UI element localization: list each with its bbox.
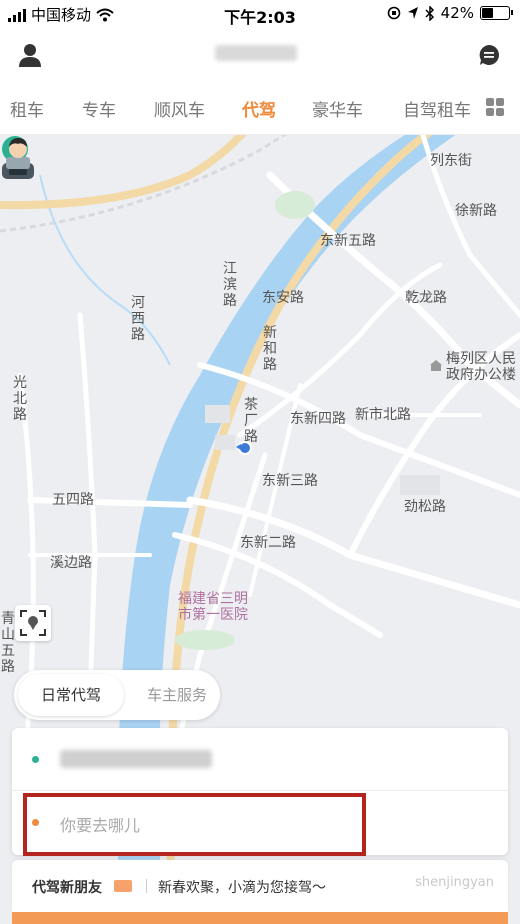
map-label: 青山五路	[1, 611, 15, 675]
daily-driver-label: 日常代驾	[40, 686, 101, 704]
map-label: 江滨路	[223, 261, 237, 309]
map-label-hospital-1: 福建省三明	[178, 591, 248, 607]
service-tabs: 租车 专车 顺风车 代驾 豪华车 自驾租车	[0, 82, 520, 135]
owner-service-tab[interactable]: 车主服务	[134, 670, 220, 720]
tab-premier[interactable]: 专车	[82, 96, 116, 121]
map-label: 劲松路	[404, 499, 446, 515]
message-icon[interactable]	[478, 44, 500, 66]
government-icon	[430, 360, 442, 371]
tab-hitch[interactable]: 顺风车	[154, 96, 205, 121]
tab-designated-driver[interactable]: 代驾	[242, 96, 276, 121]
map-label: 徐新路	[455, 203, 497, 219]
map-label-gov-2: 政府办公楼	[446, 367, 516, 383]
profile-icon[interactable]	[17, 42, 43, 68]
map-label: 东新五路	[320, 233, 376, 249]
map-label: 溪边路	[50, 555, 92, 571]
map-label-gov-1: 梅列区人民	[446, 351, 516, 367]
pickup-address-blurred	[60, 750, 212, 768]
map-label: 东新四路	[290, 411, 346, 427]
divider	[146, 879, 147, 893]
map-label: 新和路	[263, 325, 277, 373]
tab-luxury[interactable]: 豪华车	[312, 96, 363, 121]
gift-icon	[114, 880, 132, 892]
service-type-toggle: 日常代驾 车主服务	[14, 670, 220, 720]
status-bar: 中国移动 下午2:03 42%	[0, 0, 520, 28]
map-label: 河西路	[131, 295, 145, 343]
map-label: 东新三路	[262, 473, 318, 489]
current-location-icon	[236, 441, 252, 455]
battery-percent: 42%	[440, 4, 474, 22]
watermark: shenjingyan	[415, 875, 494, 890]
pickup-row[interactable]	[12, 728, 508, 791]
map-label: 乾龙路	[405, 290, 447, 306]
map-label-hospital-2: 市第一医院	[178, 607, 248, 623]
pickup-dot	[32, 756, 39, 763]
locate-icon	[20, 610, 46, 636]
more-services-icon[interactable]	[486, 98, 504, 116]
promo-title: 代驾新朋友	[32, 880, 102, 896]
map-label: 光北路	[13, 375, 27, 423]
map-label: 五四路	[52, 492, 94, 508]
daily-driver-tab[interactable]: 日常代驾	[18, 674, 124, 716]
map-label: 茶厂路	[244, 397, 258, 445]
highlight-box	[23, 793, 366, 856]
location-icon	[407, 7, 418, 19]
battery-icon	[480, 6, 513, 20]
map-label: 列东街	[430, 153, 472, 169]
tab-rental[interactable]: 租车	[10, 96, 44, 121]
orientation-lock-icon	[387, 6, 400, 20]
map-label: 东安路	[262, 290, 304, 306]
tab-self-drive-rental[interactable]: 自驾租车	[403, 96, 471, 121]
promo-description: 新春欢聚，小滴为您接驾～	[158, 880, 326, 896]
promo-banner[interactable]: 代驾新朋友 新春欢聚，小滴为您接驾～ shenjingyan	[12, 860, 508, 912]
driver-avatar-icon	[2, 138, 34, 179]
bluetooth-icon	[425, 5, 434, 21]
top-header	[0, 28, 520, 82]
bottom-action-bar[interactable]	[12, 912, 508, 924]
map-label: 东新二路	[240, 535, 296, 551]
relocate-button[interactable]	[15, 605, 51, 641]
map-label: 新市北路	[355, 407, 411, 423]
city-title-blurred	[215, 45, 297, 61]
